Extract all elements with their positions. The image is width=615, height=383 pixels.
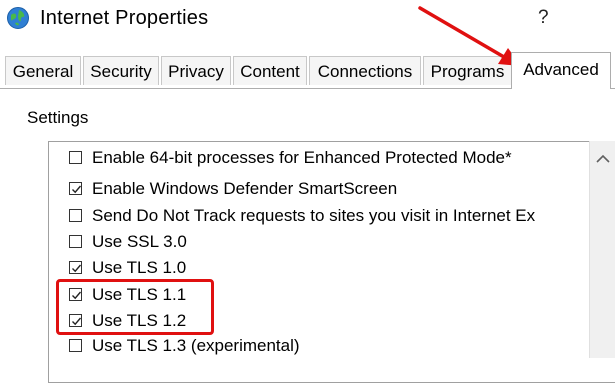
tab-content[interactable]: Content: [233, 56, 307, 85]
tab-privacy[interactable]: Privacy: [161, 56, 231, 85]
settings-label: Settings: [27, 108, 89, 127]
tab-advanced[interactable]: Advanced: [511, 52, 611, 89]
checkbox[interactable]: [69, 314, 82, 327]
checkbox[interactable]: [69, 261, 82, 274]
help-button[interactable]: ?: [538, 7, 549, 29]
vertical-scrollbar[interactable]: [589, 141, 615, 358]
list-item-label: Use TLS 1.0: [92, 258, 187, 277]
list-item-label: Enable 64-bit processes for Enhanced Pro…: [92, 148, 512, 167]
internet-globe-icon: [6, 6, 30, 30]
tab-strip: General Security Privacy Content Connect…: [0, 52, 615, 89]
list-item-label: Enable Windows Defender SmartScreen: [92, 179, 398, 198]
list-item-label: Use TLS 1.3 (experimental): [92, 336, 300, 355]
window-title: Internet Properties: [40, 7, 209, 29]
checkbox[interactable]: [69, 339, 82, 352]
checkbox[interactable]: [69, 182, 82, 195]
checkbox[interactable]: [69, 151, 82, 164]
tab-connections[interactable]: Connections: [309, 56, 421, 85]
checkbox[interactable]: [69, 288, 82, 301]
list-item-label: Use SSL 3.0: [92, 232, 187, 251]
list-item-label: Use TLS 1.2: [92, 311, 187, 330]
title-bar: Internet Properties ?: [0, 0, 615, 40]
scroll-up-arrow-icon[interactable]: [590, 150, 615, 168]
checkbox[interactable]: [69, 235, 82, 248]
checkbox[interactable]: [69, 209, 82, 222]
list-item-label: Send Do Not Track requests to sites you …: [92, 206, 536, 225]
tab-general[interactable]: General: [5, 56, 81, 85]
settings-list[interactable]: Enable 64-bit processes for Enhanced Pro…: [48, 141, 615, 383]
tab-security[interactable]: Security: [83, 56, 159, 85]
list-item-label: Use TLS 1.1: [92, 285, 187, 304]
tab-programs[interactable]: Programs: [423, 56, 512, 85]
